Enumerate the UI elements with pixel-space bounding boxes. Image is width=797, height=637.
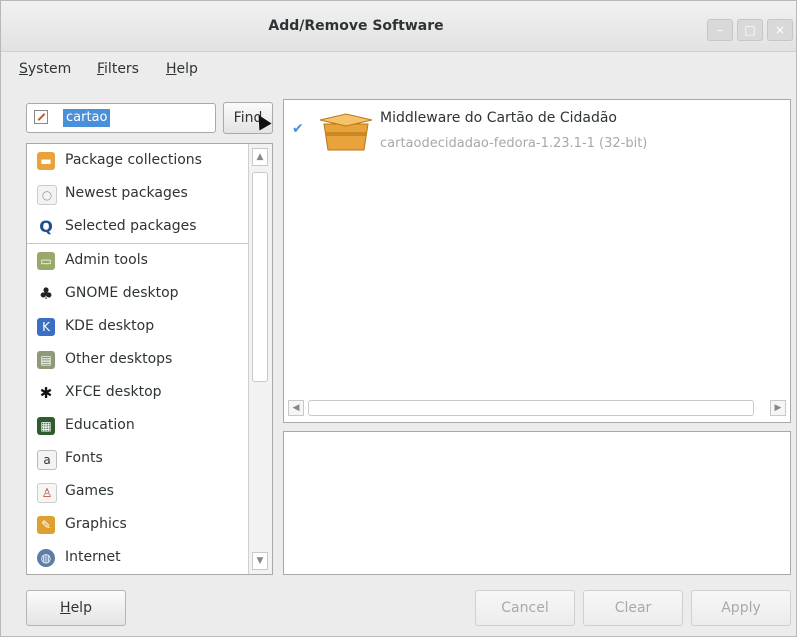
- package-checkbox[interactable]: ✔: [292, 122, 306, 136]
- category-list: ▬ Package collections ○ Newest packages …: [26, 143, 273, 575]
- menu-help-label: elp: [176, 61, 198, 77]
- category-label: Internet: [65, 549, 121, 565]
- magnifier-icon: Q: [39, 217, 53, 236]
- category-label: Games: [65, 483, 114, 499]
- menu-filters[interactable]: Filters: [97, 61, 139, 77]
- xfce-mouse-icon: ✱: [39, 384, 53, 402]
- category-item-graphics[interactable]: ✎ Graphics: [27, 508, 249, 541]
- lightbulb-icon: ○: [37, 185, 57, 205]
- category-label: Other desktops: [65, 351, 173, 367]
- clear-button[interactable]: Clear: [583, 590, 683, 626]
- scroll-down-icon[interactable]: ▼: [252, 552, 268, 570]
- category-list-scrollbar[interactable]: ▲ ▼: [248, 144, 272, 574]
- edit-icon: [34, 110, 48, 124]
- close-button[interactable]: ×: [767, 19, 793, 41]
- add-remove-software-window: Add/Remove Software – □ × System Filters…: [0, 0, 797, 637]
- apply-button[interactable]: Apply: [691, 590, 791, 626]
- package-list-hscrollbar[interactable]: ◀ ▶: [286, 398, 788, 420]
- package-details-pane: [283, 431, 791, 575]
- package-collections-icon: ▬: [37, 152, 55, 170]
- category-item-fonts[interactable]: a Fonts: [27, 442, 249, 475]
- package-list: ✔ Middleware do Cartão de Cidadão cartao…: [283, 99, 791, 423]
- category-item-games[interactable]: ♙ Games: [27, 475, 249, 508]
- help-button[interactable]: Help: [26, 590, 126, 626]
- package-row[interactable]: ✔ Middleware do Cartão de Cidadão cartao…: [284, 100, 790, 162]
- games-icon: ♙: [37, 483, 57, 503]
- category-label: Admin tools: [65, 252, 148, 268]
- package-name: Middleware do Cartão de Cidadão: [380, 110, 617, 126]
- category-item-newest-packages[interactable]: ○ Newest packages: [27, 177, 249, 210]
- scrollbar-thumb[interactable]: [252, 172, 268, 382]
- menu-help-mnemonic: H: [166, 61, 177, 77]
- menu-system[interactable]: System: [19, 61, 71, 77]
- menu-help[interactable]: Help: [166, 61, 198, 77]
- category-item-selected-packages[interactable]: Q Selected packages: [27, 210, 249, 243]
- category-item-package-collections[interactable]: ▬ Package collections: [27, 144, 249, 177]
- internet-globe-icon: ◍: [37, 549, 55, 567]
- other-desktops-icon: ▤: [37, 351, 55, 369]
- category-item-kde-desktop[interactable]: K KDE desktop: [27, 310, 249, 343]
- title-bar[interactable]: Add/Remove Software – □ ×: [1, 1, 796, 52]
- minimize-button[interactable]: –: [707, 19, 733, 41]
- menu-filters-mnemonic: F: [97, 61, 105, 77]
- search-input[interactable]: cartao: [26, 103, 216, 133]
- category-label: Graphics: [65, 516, 127, 532]
- category-label: GNOME desktop: [65, 285, 179, 301]
- education-icon: ▦: [37, 417, 55, 435]
- category-item-xfce-desktop[interactable]: ✱ XFCE desktop: [27, 376, 249, 409]
- admin-tools-icon: ▭: [37, 252, 55, 270]
- category-item-other-desktops[interactable]: ▤ Other desktops: [27, 343, 249, 376]
- help-button-label: elp: [70, 600, 92, 616]
- category-label: Selected packages: [65, 218, 197, 234]
- category-item-education[interactable]: ▦ Education: [27, 409, 249, 442]
- category-label: Package collections: [65, 152, 202, 168]
- menu-system-mnemonic: S: [19, 61, 28, 77]
- cancel-button[interactable]: Cancel: [475, 590, 575, 626]
- category-label: KDE desktop: [65, 318, 155, 334]
- category-label: Education: [65, 417, 135, 433]
- maximize-button[interactable]: □: [737, 19, 763, 41]
- graphics-icon: ✎: [37, 516, 55, 534]
- category-item-gnome-desktop[interactable]: ♣ GNOME desktop: [27, 277, 249, 310]
- menu-system-label: ystem: [27, 61, 72, 77]
- category-item-admin-tools[interactable]: ▭ Admin tools: [27, 244, 249, 277]
- gnome-foot-icon: ♣: [38, 284, 54, 303]
- hscrollbar-thumb[interactable]: [308, 400, 754, 416]
- window-title: Add/Remove Software: [268, 18, 444, 34]
- search-input-value: cartao: [63, 109, 111, 127]
- package-box-icon: [319, 113, 373, 151]
- menu-bar: System Filters Help: [1, 53, 796, 87]
- category-item-internet[interactable]: ◍ Internet: [27, 541, 249, 574]
- category-label: Newest packages: [65, 185, 188, 201]
- help-button-mnemonic: H: [60, 600, 71, 616]
- fonts-icon: a: [37, 450, 57, 470]
- scroll-left-icon[interactable]: ◀: [288, 400, 304, 416]
- category-label: Fonts: [65, 450, 103, 466]
- package-version: cartaodecidadao-fedora-1.23.1-1 (32-bit): [380, 136, 648, 151]
- scroll-up-icon[interactable]: ▲: [252, 148, 268, 166]
- category-label: XFCE desktop: [65, 384, 162, 400]
- kde-icon: K: [37, 318, 55, 336]
- scroll-right-icon[interactable]: ▶: [770, 400, 786, 416]
- menu-filters-label: ilters: [104, 61, 139, 77]
- category-list-items: ▬ Package collections ○ Newest packages …: [27, 144, 249, 574]
